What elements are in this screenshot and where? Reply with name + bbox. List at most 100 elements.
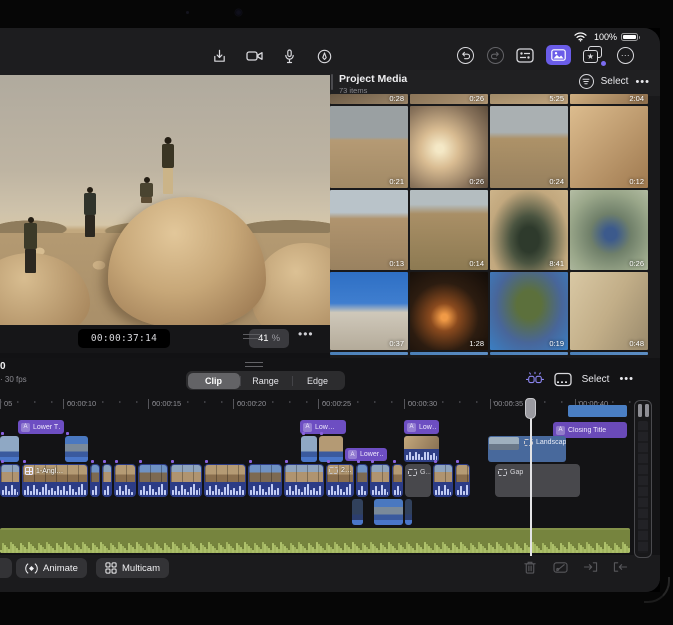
- clip-anchor-dot: [1, 432, 4, 435]
- media-thumbnail[interactable]: [410, 352, 488, 355]
- media-thumbnail[interactable]: 0:37: [330, 272, 408, 350]
- animate-label: Animate: [43, 563, 78, 574]
- primary-clip[interactable]: [170, 464, 202, 497]
- camera-icon[interactable]: [245, 47, 263, 65]
- title-clip-label: Low…: [419, 424, 436, 431]
- media-thumbnail[interactable]: 0:24: [490, 106, 568, 188]
- primary-clip[interactable]: [90, 464, 100, 497]
- primary-clip[interactable]: 1-Angl…: [22, 464, 88, 497]
- duration-badge: 5:25: [549, 94, 564, 103]
- media-thumbnail[interactable]: 0:26: [410, 94, 488, 104]
- audio-clip[interactable]: [0, 528, 630, 553]
- primary-clip[interactable]: [248, 464, 282, 497]
- undo-icon[interactable]: [456, 46, 474, 64]
- media-thumbnail[interactable]: 0:28: [330, 94, 408, 104]
- connected-av-clip[interactable]: [404, 436, 439, 462]
- gap-clip[interactable]: Gap: [495, 464, 580, 497]
- overwrite-icon[interactable]: [582, 559, 598, 575]
- primary-clip[interactable]: [0, 464, 20, 497]
- title-icon: A: [348, 450, 357, 459]
- battery-icon: [621, 33, 638, 41]
- primary-clip[interactable]: 2…: [326, 464, 354, 497]
- media-thumbnail[interactable]: [330, 352, 408, 355]
- more-icon[interactable]: ...: [617, 47, 634, 64]
- media-thumbnail[interactable]: [570, 352, 648, 355]
- timeline-bottom-toolbar: Animate Multicam: [0, 555, 660, 592]
- connected-clip-below[interactable]: [405, 499, 412, 525]
- primary-clip[interactable]: [102, 464, 112, 497]
- append-icon[interactable]: [612, 559, 628, 575]
- media-thumbnail[interactable]: 5:25: [490, 94, 568, 104]
- primary-clip[interactable]: [392, 464, 403, 497]
- cutoff-button[interactable]: [0, 558, 12, 578]
- panel-drag-handle[interactable]: [243, 334, 260, 339]
- connected-clip-below[interactable]: [352, 499, 363, 525]
- timeline-mini-scrollbar[interactable]: [634, 400, 652, 558]
- media-thumbnail[interactable]: 0:13: [330, 190, 408, 270]
- media-thumbnail[interactable]: 0:12: [570, 106, 648, 188]
- connected-clip[interactable]: [0, 436, 19, 462]
- primary-clip[interactable]: [284, 464, 324, 497]
- microphone-icon[interactable]: [280, 47, 298, 65]
- title-clip[interactable]: ALower T…: [18, 420, 64, 434]
- inspector-icon[interactable]: [516, 46, 534, 64]
- viewer-preview[interactable]: [0, 75, 330, 325]
- media-thumbnail[interactable]: 2:04: [570, 94, 648, 104]
- blade-icon[interactable]: [552, 559, 568, 575]
- primary-clip[interactable]: [455, 464, 470, 497]
- viewer-more-icon[interactable]: •••: [298, 327, 314, 341]
- capture-tools: [210, 47, 333, 65]
- clip-filmstrip: [171, 465, 201, 482]
- effects-browser-icon[interactable]: ★: [583, 46, 605, 65]
- clip-color-strip: [65, 457, 88, 462]
- clip-waveform: [116, 482, 134, 495]
- connected-clip-below[interactable]: [374, 499, 403, 525]
- multicam-label: Multicam: [122, 563, 160, 574]
- redo-icon[interactable]: [486, 46, 504, 64]
- clip-type-icon: [408, 469, 417, 476]
- clip-filmstrip: [205, 465, 245, 482]
- title-clip[interactable]: ALow…: [300, 420, 346, 434]
- media-thumbnail[interactable]: 0:26: [410, 106, 488, 188]
- title-clip-label: Lower…: [360, 451, 384, 458]
- title-clip[interactable]: ALower…: [345, 448, 387, 461]
- media-more-icon[interactable]: •••: [635, 78, 650, 86]
- duration-badge: 0:28: [389, 94, 404, 103]
- media-select-button[interactable]: Select: [601, 76, 629, 87]
- playhead-handle[interactable]: [525, 398, 536, 419]
- primary-clip[interactable]: [433, 464, 453, 497]
- pencil-icon[interactable]: [315, 47, 333, 65]
- timeline-clip-blue[interactable]: [568, 405, 627, 417]
- title-clip[interactable]: ALow…: [404, 420, 439, 434]
- media-thumbnail[interactable]: 1:28: [410, 272, 488, 350]
- clip-color-strip: [319, 457, 343, 462]
- timecode-display[interactable]: 00:00:37:14: [78, 329, 170, 348]
- gap-clip[interactable]: G…: [405, 464, 431, 497]
- primary-clip[interactable]: [356, 464, 368, 497]
- media-thumbnail[interactable]: 0:21: [330, 106, 408, 188]
- connected-clip[interactable]: [65, 436, 88, 462]
- connected-clip-landscape[interactable]: Landscap…: [488, 436, 566, 462]
- filter-icon[interactable]: [579, 74, 594, 89]
- duration-badge: 0:37: [389, 339, 404, 348]
- media-thumbnail[interactable]: 0:26: [570, 190, 648, 270]
- primary-clip[interactable]: [138, 464, 168, 497]
- photos-browser-icon[interactable]: [546, 45, 571, 65]
- media-thumbnail[interactable]: 0:19: [490, 272, 568, 350]
- trash-icon[interactable]: [522, 559, 538, 575]
- playhead-line[interactable]: [530, 416, 532, 556]
- media-thumbnail[interactable]: [490, 352, 568, 355]
- media-thumbnail[interactable]: 0:14: [410, 190, 488, 270]
- clip-filmstrip: [357, 465, 367, 482]
- media-thumbnail[interactable]: 0:48: [570, 272, 648, 350]
- primary-clip[interactable]: [204, 464, 246, 497]
- connected-clip[interactable]: [301, 436, 317, 462]
- primary-clip[interactable]: [370, 464, 390, 497]
- animate-button[interactable]: Animate: [16, 558, 87, 578]
- import-icon[interactable]: [210, 47, 228, 65]
- multicam-button[interactable]: Multicam: [96, 558, 169, 578]
- connected-clip[interactable]: [319, 436, 343, 462]
- clip-waveform: [406, 450, 437, 460]
- media-thumbnail[interactable]: 8:41: [490, 190, 568, 270]
- primary-clip[interactable]: [114, 464, 136, 497]
